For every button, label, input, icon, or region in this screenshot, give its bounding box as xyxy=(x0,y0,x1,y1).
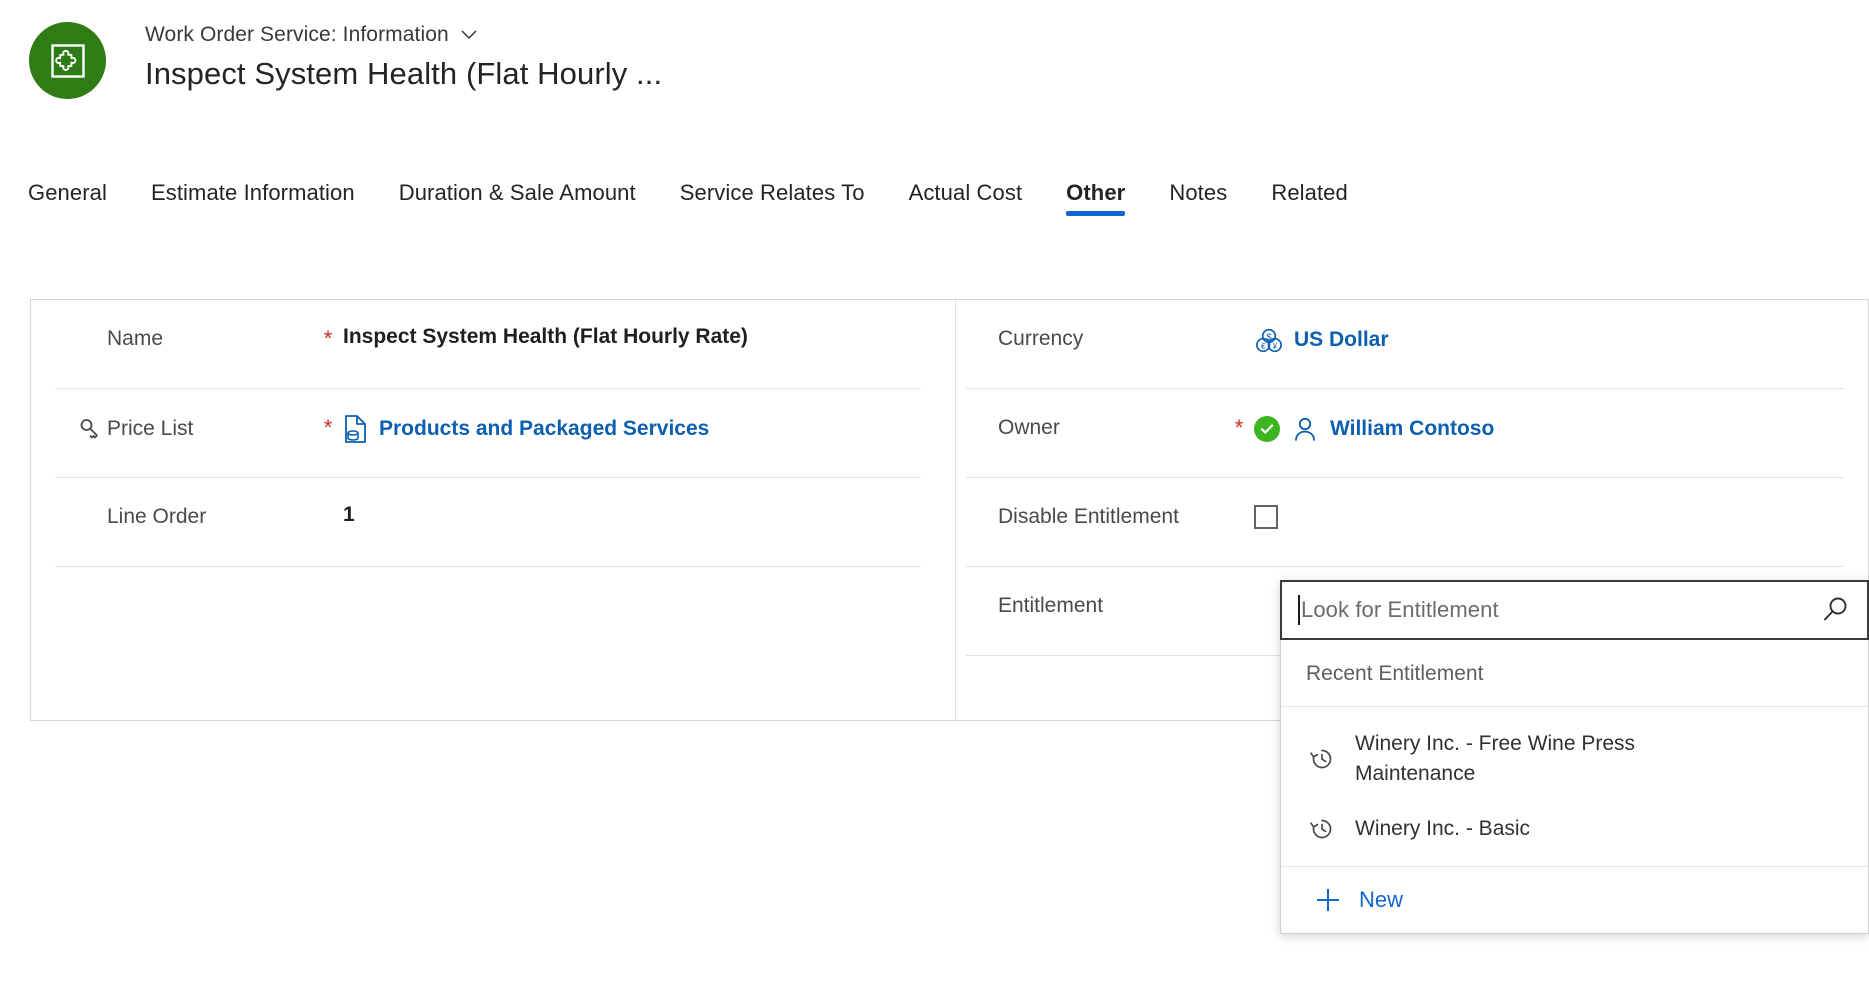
lookup-result-list: Winery Inc. - Free Wine Press Maintenanc… xyxy=(1281,707,1868,866)
check-circle-icon xyxy=(1254,416,1280,442)
field-row-line-order: Line Order 1 xyxy=(55,478,921,567)
person-icon xyxy=(1290,414,1320,444)
entitlement-lookup: Look for Entitlement Recent Entitlement xyxy=(1280,580,1869,935)
currency-value-link[interactable]: US Dollar xyxy=(1294,328,1389,352)
name-value-text: Inspect System Health (Flat Hourly Rate) xyxy=(343,325,748,348)
recent-clock-icon xyxy=(1307,815,1337,843)
field-row-owner: Owner * William Contoso xyxy=(966,389,1844,478)
field-label-owner: Owner xyxy=(998,416,1060,439)
chevron-down-icon[interactable] xyxy=(459,25,479,45)
breadcrumb-label: Work Order Service: Information xyxy=(145,23,449,46)
field-value-owner[interactable]: William Contoso xyxy=(1254,389,1844,444)
field-label-line-order: Line Order xyxy=(107,505,207,528)
field-row-name: Name * Inspect System Health (Flat Hourl… xyxy=(55,300,921,389)
recent-clock-icon xyxy=(1307,745,1337,773)
field-value-line-order[interactable]: 1 xyxy=(343,478,921,527)
entitlement-search-input[interactable]: Look for Entitlement xyxy=(1301,597,1815,623)
tab-related[interactable]: Related xyxy=(1271,180,1348,216)
text-caret xyxy=(1298,595,1300,625)
disable-entitlement-checkbox[interactable] xyxy=(1254,505,1278,529)
plus-icon xyxy=(1313,885,1343,915)
tab-duration-sale-amount[interactable]: Duration & Sale Amount xyxy=(399,180,636,216)
tab-estimate-information[interactable]: Estimate Information xyxy=(151,180,355,216)
entitlement-lookup-input-box[interactable]: Look for Entitlement xyxy=(1280,580,1869,640)
currency-coins-icon: $ € ¥ xyxy=(1254,325,1284,355)
field-row-price-list: Price List * Products and Packaged Servi… xyxy=(55,389,921,478)
list-item[interactable]: Winery Inc. - Basic xyxy=(1281,802,1868,856)
list-item-label: Winery Inc. - Free Wine Press Maintenanc… xyxy=(1355,732,1636,786)
field-value-disable-entitlement[interactable] xyxy=(1254,478,1844,529)
puzzle-piece-icon xyxy=(50,43,85,78)
key-icon xyxy=(80,419,98,439)
field-row-left-empty xyxy=(55,567,921,656)
required-marker-disable-entitlement-empty xyxy=(1224,478,1254,506)
new-entitlement-label: New xyxy=(1359,887,1404,913)
tab-general[interactable]: General xyxy=(28,180,107,216)
field-label-price-list-text: Price List xyxy=(107,417,194,440)
svg-text:¥: ¥ xyxy=(1272,342,1278,351)
entity-avatar xyxy=(29,22,106,99)
required-marker-currency-empty xyxy=(1224,300,1254,328)
svg-text:€: € xyxy=(1261,342,1266,351)
breadcrumb[interactable]: Work Order Service: Information xyxy=(145,20,662,50)
tab-service-relates-to[interactable]: Service Relates To xyxy=(680,180,865,216)
field-label-disable-entitlement: Disable Entitlement xyxy=(998,505,1179,528)
header-text-block: Work Order Service: Information Inspect … xyxy=(145,20,662,92)
page-header: Work Order Service: Information Inspect … xyxy=(0,0,1869,130)
required-marker-owner: * xyxy=(1234,415,1244,440)
field-row-currency: Currency $ € ¥ US Dollar xyxy=(966,300,1844,389)
line-order-value-text: 1 xyxy=(343,503,355,526)
field-value-price-list[interactable]: Products and Packaged Services xyxy=(343,389,921,444)
svg-text:$: $ xyxy=(1266,332,1271,342)
search-icon[interactable] xyxy=(1815,590,1855,630)
price-list-value-link[interactable]: Products and Packaged Services xyxy=(379,417,709,441)
owner-value-link[interactable]: William Contoso xyxy=(1330,417,1494,441)
field-label-entitlement: Entitlement xyxy=(998,594,1104,617)
tab-actual-cost[interactable]: Actual Cost xyxy=(909,180,1023,216)
tab-bar: General Estimate Information Duration & … xyxy=(0,180,1869,240)
entitlement-lookup-panel: Recent Entitlement Winery Inc. - Free Wi… xyxy=(1280,640,1869,935)
field-value-currency[interactable]: $ € ¥ US Dollar xyxy=(1254,300,1844,355)
tab-notes[interactable]: Notes xyxy=(1169,180,1227,216)
required-marker-entitlement-empty xyxy=(1224,567,1254,595)
list-item[interactable]: Winery Inc. - Free Wine Press Maintenanc… xyxy=(1281,717,1868,802)
page-title: Inspect System Health (Flat Hourly ... xyxy=(145,56,663,91)
required-marker-name: * xyxy=(323,326,333,351)
list-item-label: Winery Inc. - Basic xyxy=(1355,816,1531,840)
field-row-disable-entitlement: Disable Entitlement xyxy=(966,478,1844,567)
lookup-panel-heading: Recent Entitlement xyxy=(1281,640,1868,707)
field-label-price-list: Price List xyxy=(55,389,313,442)
field-label-currency: Currency xyxy=(998,327,1084,350)
required-marker-line-order-empty xyxy=(313,478,343,506)
tab-other[interactable]: Other xyxy=(1066,180,1126,216)
app-page: Work Order Service: Information Inspect … xyxy=(0,0,1869,984)
price-list-icon xyxy=(343,414,369,444)
required-marker-price-list: * xyxy=(323,415,333,440)
form-column-left: Name * Inspect System Health (Flat Hourl… xyxy=(31,300,956,720)
field-value-name[interactable]: Inspect System Health (Flat Hourly Rate) xyxy=(343,300,921,349)
new-entitlement-button[interactable]: New xyxy=(1281,866,1868,933)
field-label-name: Name xyxy=(107,327,164,350)
